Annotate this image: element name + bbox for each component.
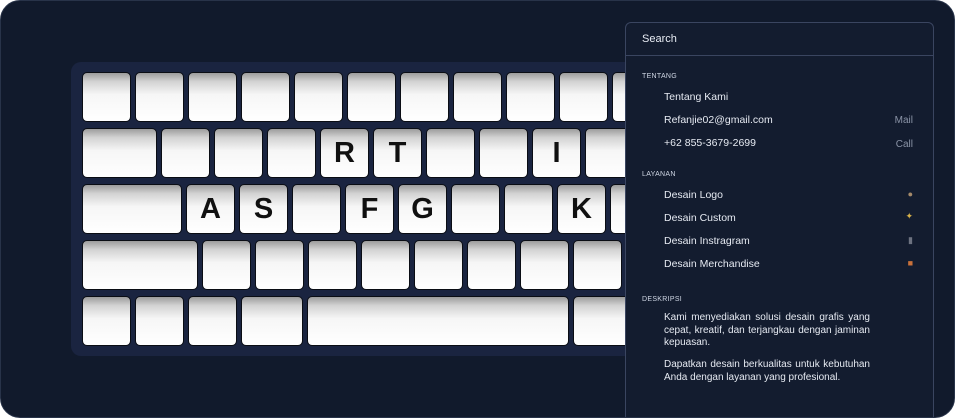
keyboard-key[interactable] [294, 72, 343, 122]
keyboard-key[interactable] [241, 296, 303, 346]
keyboard-key[interactable] [479, 128, 528, 178]
keyboard-key-r[interactable]: R [320, 128, 369, 178]
keyboard-key[interactable] [361, 240, 410, 290]
keyboard-key[interactable] [82, 72, 131, 122]
call-shortcut-label: Call [895, 139, 913, 150]
spacebar-key[interactable] [307, 296, 569, 346]
description-paragraph: Dapatkan desain berkualitas untuk kebutu… [664, 359, 870, 383]
keyboard-key-f[interactable]: F [345, 184, 394, 234]
keyboard-key[interactable] [202, 240, 251, 290]
keyboard-key[interactable] [292, 184, 341, 234]
mail-shortcut-label: Mail [894, 115, 913, 126]
keyboard-key-g[interactable]: G [398, 184, 447, 234]
keyboard-key-t[interactable]: T [373, 128, 422, 178]
phone-icon: ▮ [908, 235, 913, 245]
keyboard-key[interactable] [504, 184, 553, 234]
section-title-deskripsi: DESKRIPSI [642, 296, 683, 303]
keyboard-key[interactable] [308, 240, 357, 290]
keyboard: R T I A S F G K [71, 62, 671, 356]
keyboard-key[interactable] [559, 72, 608, 122]
keyboard-key[interactable] [214, 128, 263, 178]
keyboard-key-i[interactable]: I [532, 128, 581, 178]
menu-item-tentang-kami[interactable]: Tentang Kami [664, 91, 728, 103]
keyboard-key[interactable] [82, 240, 198, 290]
keyboard-key[interactable] [506, 72, 555, 122]
search-bar[interactable]: Search [626, 23, 933, 56]
keyboard-key[interactable] [161, 128, 210, 178]
palette-icon: ● [907, 189, 913, 199]
keyboard-key[interactable] [520, 240, 569, 290]
section-title-tentang: TENTANG [642, 73, 678, 80]
menu-item-desain-instragram[interactable]: Desain Instragram [664, 235, 750, 247]
keyboard-key[interactable] [188, 72, 237, 122]
keyboard-key[interactable] [82, 128, 157, 178]
keyboard-key[interactable] [573, 240, 622, 290]
gift-icon: ■ [907, 258, 913, 268]
menu-item-desain-merchandise[interactable]: Desain Merchandise [664, 258, 760, 270]
app-window: R T I A S F G K Search TENTANG Tentang K… [0, 0, 955, 418]
keyboard-key[interactable] [82, 184, 182, 234]
menu-item-desain-logo[interactable]: Desain Logo [664, 189, 723, 201]
command-panel: Search TENTANG Tentang Kami Refanjie02@g… [625, 22, 934, 417]
menu-item-email[interactable]: Refanjie02@gmail.com [664, 114, 773, 126]
keyboard-key[interactable] [241, 72, 290, 122]
keyboard-key[interactable] [82, 296, 131, 346]
keyboard-key[interactable] [255, 240, 304, 290]
keyboard-key[interactable] [188, 296, 237, 346]
keyboard-key[interactable] [135, 296, 184, 346]
keyboard-key[interactable] [400, 72, 449, 122]
keyboard-key[interactable] [467, 240, 516, 290]
keyboard-key-a[interactable]: A [186, 184, 235, 234]
keyboard-key[interactable] [267, 128, 316, 178]
keyboard-key-s[interactable]: S [239, 184, 288, 234]
description-paragraph: Kami menyediakan solusi desain grafis ya… [664, 312, 870, 348]
keyboard-key-k[interactable]: K [557, 184, 606, 234]
keyboard-key[interactable] [135, 72, 184, 122]
menu-item-phone[interactable]: +62 855-3679-2699 [664, 137, 756, 149]
keyboard-key[interactable] [453, 72, 502, 122]
search-input[interactable]: Search [642, 33, 677, 45]
sparkle-icon: ✦ [905, 211, 913, 221]
keyboard-key[interactable] [347, 72, 396, 122]
keyboard-key[interactable] [414, 240, 463, 290]
menu-item-desain-custom[interactable]: Desain Custom [664, 212, 736, 224]
section-title-layanan: LAYANAN [642, 171, 676, 178]
keyboard-key[interactable] [426, 128, 475, 178]
keyboard-key[interactable] [451, 184, 500, 234]
